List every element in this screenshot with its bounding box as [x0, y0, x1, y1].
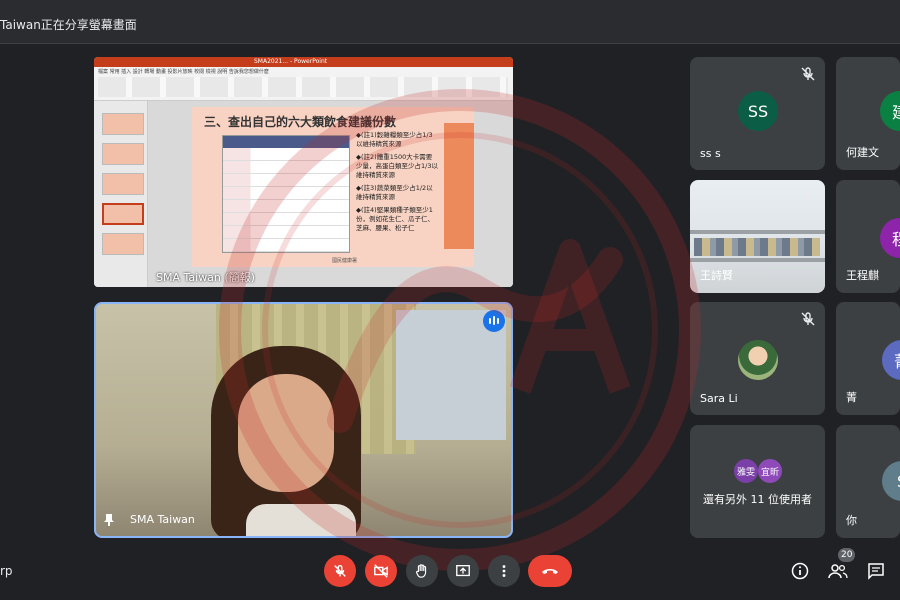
slide-thumbnail [102, 173, 144, 195]
chat-icon [868, 563, 884, 580]
slide-source-note: 國民健康署 [332, 258, 358, 264]
participant-name: 王詩賢 [700, 269, 733, 282]
raise-hand-icon [416, 564, 427, 578]
mic-off-icon [801, 67, 815, 81]
participant-name: ss s [700, 147, 721, 160]
participant-tile-jing[interactable]: 菁 菁 [836, 302, 900, 415]
ppt-titlebar: SMA2021... - PowerPoint [94, 57, 513, 67]
participant-name: SMA Taiwan [130, 513, 195, 526]
pin-icon[interactable] [104, 514, 114, 526]
meeting-details-button[interactable] [789, 560, 811, 582]
slide-bullet: ◆(註4)堅果類種子類至少1份，例如花生仁、瓜子仁、芝麻、腰果、松子仁 [356, 206, 434, 232]
slide-thumbnail [102, 233, 144, 255]
slide-thumbnails [94, 101, 148, 287]
slide-bullet: ◆(註1)穀雜糧類至少占1/3以維持精質來源 [356, 131, 433, 148]
sharing-banner: Taiwan正在分享螢幕畫面 [0, 0, 900, 44]
present-icon [456, 565, 470, 577]
participant-tile-wang-cq[interactable]: 程 王程麒 [836, 180, 900, 293]
slide-thumbnail [102, 113, 144, 135]
slide-bullet: ◆(註2)體重1500大卡需要少量，高蛋白類至少占1/3以維持精質來源 [356, 153, 438, 179]
participant-tile-sara[interactable]: Sara Li [690, 302, 825, 415]
slide-table [222, 135, 350, 253]
slide: 三、查出自己的六大類飲食建議份數 ◆(註1)穀雜糧類至少占1/3以維持精質來源 … [192, 107, 474, 267]
sharing-banner-text: Taiwan正在分享螢幕畫面 [0, 18, 137, 32]
mic-off-icon [334, 564, 346, 577]
participant-name: 你 [846, 514, 857, 527]
avatar: 建 [880, 91, 900, 131]
mic-toggle-button[interactable] [324, 555, 356, 587]
presenter-label: SMA Taiwan (簡報) [156, 271, 255, 284]
more-options-button[interactable] [488, 555, 520, 587]
video-person-body [246, 504, 356, 536]
end-call-button[interactable] [528, 555, 572, 587]
others-tile[interactable]: 雅雯 宜昕 還有另外 11 位使用者 [690, 425, 825, 538]
chat-button[interactable] [865, 560, 887, 582]
avatar-photo [738, 340, 778, 380]
participant-tile-you[interactable]: S 你 [836, 425, 900, 538]
slide-thumbnail [102, 143, 144, 165]
present-button[interactable] [447, 555, 479, 587]
participant-name: 菁 [846, 391, 857, 404]
slide-bullet: ◆(註3)蔬菜類至少占1/2以維持精質來源 [356, 184, 433, 201]
ppt-ribbon-tabs: 檔案 常用 插入 設計 轉場 動畫 投影片放映 校閱 檢視 說明 告訴我您想做什… [98, 69, 269, 75]
info-icon [791, 562, 809, 580]
participant-name: 何建文 [846, 146, 879, 159]
more-options-icon [502, 565, 506, 577]
participant-name: Sara Li [700, 392, 738, 405]
camera-toggle-button[interactable] [365, 555, 397, 587]
raise-hand-button[interactable] [406, 555, 438, 587]
avatar: SS [738, 91, 778, 131]
ppt-window-title: SMA2021... - PowerPoint [254, 58, 328, 65]
slide-accent-bar [444, 123, 474, 249]
people-button[interactable] [827, 560, 849, 582]
participant-tile-ss[interactable]: SS ss s [690, 57, 825, 170]
avatar: 程 [880, 218, 900, 258]
participant-tile-he[interactable]: 建 何建文 [836, 57, 900, 170]
slide-title: 三、查出自己的六大類飲食建議份數 [204, 115, 397, 129]
video-person-face [238, 374, 334, 492]
people-icon [828, 564, 848, 579]
mic-off-icon [801, 312, 815, 326]
people-count-badge: 20 [838, 548, 856, 562]
avatar: 菁 [882, 340, 900, 380]
participant-tile-wang-sx[interactable]: 王詩賢 [690, 180, 825, 293]
slide-thumbnail-selected [102, 203, 144, 225]
mic-off-icon [801, 190, 815, 204]
presentation-tile[interactable]: SMA2021... - PowerPoint 檔案 常用 插入 設計 轉場 動… [94, 57, 513, 287]
ppt-ribbon: 檔案 常用 插入 設計 轉場 動畫 投影片放映 校閱 檢視 說明 告訴我您想做什… [94, 67, 513, 101]
avatar: S [882, 461, 900, 501]
speaker-tile[interactable]: SMA Taiwan [94, 302, 513, 538]
avatar: 雅雯 [734, 459, 758, 483]
slide-canvas: 三、查出自己的六大類飲食建議份數 ◆(註1)穀雜糧類至少占1/3以維持精質來源 … [148, 101, 513, 287]
slide-bullets: ◆(註1)穀雜糧類至少占1/3以維持精質來源 ◆(註2)體重1500大卡需要少量… [356, 131, 438, 237]
participant-name: 王程麒 [846, 269, 879, 282]
ppt-ribbon-tools [98, 77, 508, 97]
avatar: 宜昕 [758, 459, 782, 483]
meeting-code: rp [0, 564, 13, 578]
others-count-label: 還有另外 11 位使用者 [703, 493, 812, 506]
camera-off-icon [374, 564, 388, 578]
speaking-indicator-icon [483, 310, 505, 332]
end-call-icon [542, 569, 558, 574]
